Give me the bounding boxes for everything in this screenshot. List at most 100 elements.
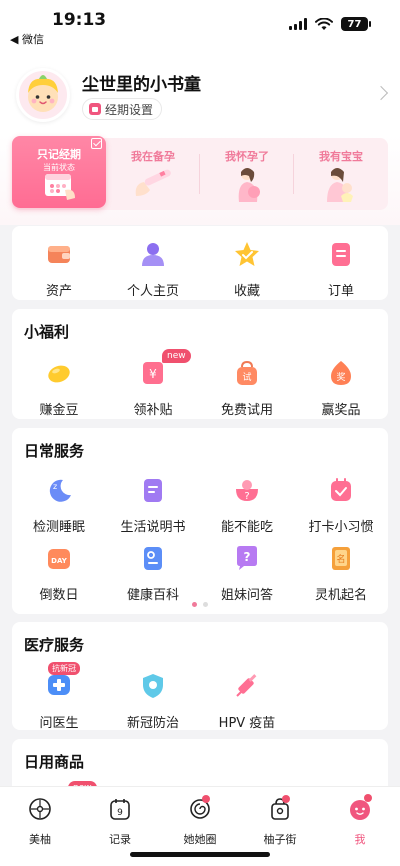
status-icons: 77 bbox=[289, 17, 371, 31]
welfare-label: 赚金豆 bbox=[39, 403, 79, 418]
tab-label: 我 bbox=[354, 833, 366, 846]
status-bar: 19:13 ◀ 微信 77 bbox=[0, 0, 400, 46]
quick-assets[interactable]: 资产 bbox=[12, 240, 106, 299]
person-icon bbox=[142, 243, 164, 266]
tab-meiyou[interactable]: 美柚 bbox=[0, 787, 80, 866]
welfare-row: 赚金豆 ¥ new 领补贴 试 免费试用 奖 赢奖品 bbox=[12, 349, 388, 418]
service-can-eat[interactable]: ? 能不能吃 bbox=[200, 476, 294, 535]
service-label: 健康百科 bbox=[126, 588, 179, 603]
service-sister-qa[interactable]: ? 姐妹问答 bbox=[200, 544, 294, 603]
quick-label: 资产 bbox=[45, 284, 72, 299]
svg-text:?: ? bbox=[244, 491, 249, 502]
svg-text:试: 试 bbox=[242, 371, 251, 383]
quick-access-row: 资产 个人主页 收藏 订单 bbox=[12, 240, 388, 299]
tab-label: 美柚 bbox=[29, 833, 51, 846]
service-sleep[interactable]: z 检测睡眠 bbox=[12, 476, 106, 535]
calendar-icon: 9 bbox=[110, 799, 130, 820]
tab-label: 她她圈 bbox=[183, 833, 217, 846]
trial-icon: 试 bbox=[237, 360, 257, 385]
daily-row-2: DAY 倒数日 健康百科 ? 姐妹问答 名 灵机起名 bbox=[12, 544, 388, 603]
medical-hpv-vaccine[interactable]: HPV 疫苗 bbox=[200, 672, 294, 731]
medical-label: HPV 疫苗 bbox=[218, 716, 276, 731]
back-to-wechat[interactable]: ◀ 微信 bbox=[10, 31, 44, 47]
period-settings-button[interactable]: 经期设置 bbox=[82, 98, 163, 120]
service-health-wiki[interactable]: 健康百科 bbox=[106, 544, 200, 603]
stage-period-only[interactable]: 只记经期 当前状态 bbox=[12, 136, 106, 208]
doctor-icon bbox=[48, 675, 70, 695]
service-habit-checkin[interactable]: 打卡小习惯 bbox=[294, 476, 388, 535]
order-icon bbox=[332, 243, 350, 266]
wifi-icon bbox=[315, 17, 333, 30]
vaccine-icon bbox=[236, 674, 257, 697]
notification-dot bbox=[364, 794, 372, 802]
svg-text:z: z bbox=[53, 482, 57, 491]
daily-title: 日常服务 bbox=[24, 442, 85, 460]
service-life-manual[interactable]: 生活说明书 bbox=[106, 476, 200, 535]
quick-access-card: 资产 个人主页 收藏 订单 bbox=[12, 226, 388, 300]
stage-preparing-pregnancy[interactable]: 我在备孕 bbox=[106, 138, 200, 210]
pagination-dots[interactable] bbox=[12, 602, 388, 607]
medical-title: 医疗服务 bbox=[24, 636, 85, 654]
medical-row: 抗新冠 问医生 新冠防治 HPV 疫苗 bbox=[12, 662, 388, 731]
svg-text:9: 9 bbox=[117, 808, 123, 818]
manual-icon bbox=[144, 479, 162, 502]
stage-have-baby[interactable]: 我有宝宝 bbox=[294, 138, 388, 210]
quick-favorites[interactable]: 收藏 bbox=[200, 240, 294, 299]
profile-header[interactable]: 尘世里的小书童 经期设置 bbox=[0, 62, 400, 132]
shield-icon bbox=[143, 674, 163, 698]
daily-services-card: 日常服务 z 检测睡眠 生活说明书 ? 能不能吃 打卡小习惯 DAY 倒数日 健… bbox=[12, 428, 388, 614]
notification-dot bbox=[202, 795, 210, 803]
quick-label: 个人主页 bbox=[126, 284, 179, 299]
daily-row-1: z 检测睡眠 生活说明书 ? 能不能吃 打卡小习惯 bbox=[12, 476, 388, 535]
service-label: 打卡小习惯 bbox=[308, 520, 374, 535]
stage-pregnant[interactable]: 我怀孕了 bbox=[200, 138, 294, 210]
page-dot bbox=[203, 602, 208, 607]
period-settings-label: 经期设置 bbox=[105, 102, 154, 117]
svg-text:奖: 奖 bbox=[336, 371, 345, 383]
battery-icon: 77 bbox=[341, 17, 371, 31]
quick-profile[interactable]: 个人主页 bbox=[106, 240, 200, 299]
stage-label: 我在备孕 bbox=[131, 150, 175, 163]
wallet-icon bbox=[48, 246, 70, 263]
service-label: 姐妹问答 bbox=[220, 588, 273, 603]
subsidy-icon: ¥ bbox=[143, 362, 163, 384]
quick-label: 收藏 bbox=[233, 284, 260, 299]
tab-me[interactable]: 我 bbox=[320, 787, 400, 866]
medical-covid-prevention[interactable]: 新冠防治 bbox=[106, 672, 200, 731]
food-question-icon: ? bbox=[236, 480, 258, 502]
mother-baby-icon bbox=[327, 168, 353, 202]
quick-orders[interactable]: 订单 bbox=[294, 240, 388, 299]
service-countdown[interactable]: DAY 倒数日 bbox=[12, 544, 106, 603]
service-naming[interactable]: 名 灵机起名 bbox=[294, 544, 388, 603]
medical-label: 问医生 bbox=[39, 716, 79, 731]
medical-label: 新冠防治 bbox=[126, 716, 179, 731]
sleep-icon: z bbox=[49, 479, 71, 502]
welfare-card: 小福利 赚金豆 ¥ new 领补贴 试 免费试用 奖 赢奖品 bbox=[12, 309, 388, 419]
svg-text:?: ? bbox=[244, 550, 251, 564]
life-stage-selector: 只记经期 当前状态 我在备孕 我怀孕了 我有宝宝 bbox=[12, 136, 388, 210]
welfare-subsidy[interactable]: ¥ new 领补贴 bbox=[106, 349, 200, 418]
welfare-win-prizes[interactable]: 奖 赢奖品 bbox=[294, 359, 388, 418]
page-dot-active bbox=[192, 602, 197, 607]
svg-text:¥: ¥ bbox=[149, 367, 157, 381]
avatar-character-icon bbox=[28, 75, 58, 112]
naming-icon: 名 bbox=[332, 547, 350, 570]
svg-text:名: 名 bbox=[336, 553, 345, 565]
signal-icon bbox=[289, 18, 307, 30]
svg-text:DAY: DAY bbox=[51, 557, 68, 565]
status-time: 19:13 bbox=[52, 10, 107, 30]
chevron-right-icon[interactable] bbox=[373, 85, 389, 101]
meiyou-icon bbox=[29, 798, 51, 820]
stage-label: 我怀孕了 bbox=[225, 150, 269, 163]
service-label: 能不能吃 bbox=[220, 520, 273, 535]
welfare-earn-beans[interactable]: 赚金豆 bbox=[12, 359, 106, 418]
avatar[interactable] bbox=[16, 68, 70, 122]
pregnant-woman-icon bbox=[238, 168, 260, 202]
welfare-free-trial[interactable]: 试 免费试用 bbox=[200, 359, 294, 418]
stage-label: 我有宝宝 bbox=[319, 150, 363, 163]
medical-ask-doctor[interactable]: 抗新冠 问医生 bbox=[12, 662, 106, 731]
notification-dot bbox=[282, 795, 290, 803]
encyclopedia-icon bbox=[144, 547, 162, 570]
quick-label: 订单 bbox=[327, 284, 354, 299]
ovulation-test-icon bbox=[135, 169, 171, 196]
